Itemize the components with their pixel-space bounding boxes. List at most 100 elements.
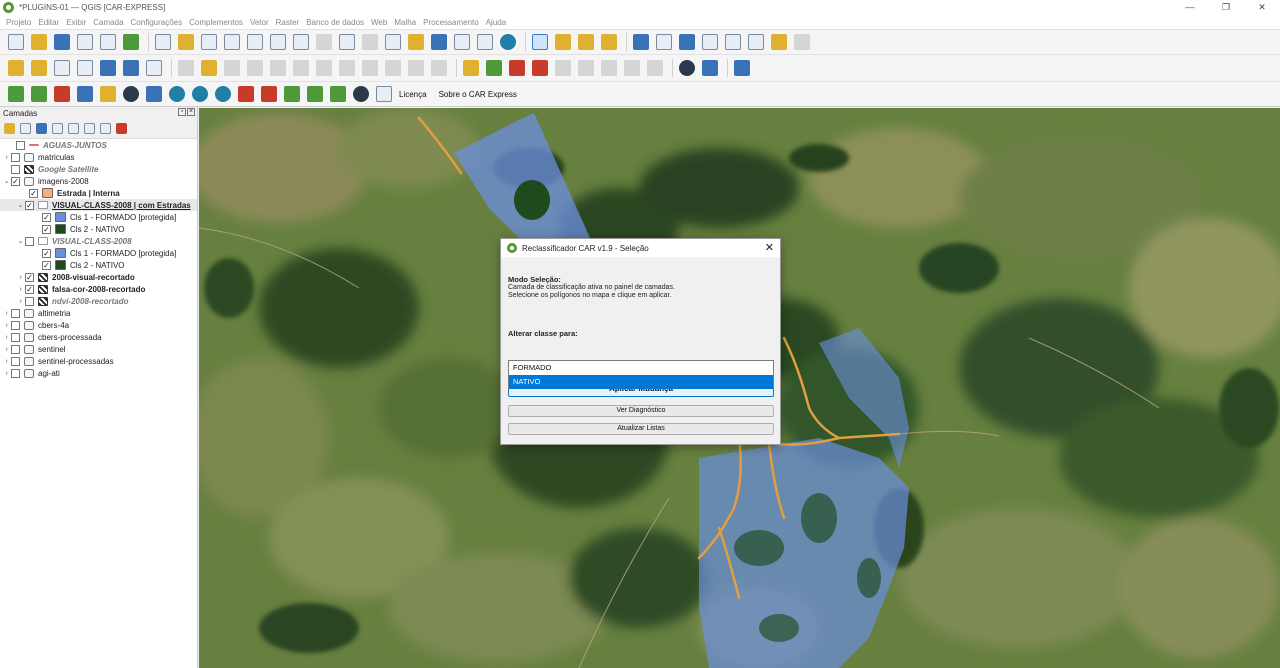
layer-row[interactable]: ⌄ ✓ imagens-2008 [0, 175, 197, 187]
car-target-icon[interactable] [123, 86, 139, 102]
layer-row[interactable]: ⌄ VISUAL-CLASS-2008 [0, 235, 197, 247]
new-map-view-icon[interactable] [385, 34, 401, 50]
layer-row[interactable]: › matriculas [0, 151, 197, 163]
label-move-icon[interactable] [555, 60, 571, 76]
car-nav-icon[interactable] [215, 86, 231, 102]
layer-checkbox[interactable]: ✓ [25, 284, 34, 294]
layer-checkbox[interactable] [11, 356, 20, 366]
label-change-icon[interactable] [601, 60, 617, 76]
layer-checkbox[interactable]: ✓ [29, 188, 38, 198]
select-by-value-icon[interactable] [555, 34, 571, 50]
layer-checkbox[interactable]: ✓ [42, 260, 51, 270]
float-panel-icon[interactable]: ▫ [178, 108, 186, 116]
open-styling-icon[interactable] [4, 123, 15, 134]
car-reclass-icon[interactable] [100, 86, 116, 102]
manage-themes-icon[interactable] [36, 123, 47, 134]
car-search-icon[interactable] [192, 86, 208, 102]
zoom-last-icon[interactable] [339, 34, 355, 50]
layer-checkbox[interactable] [11, 320, 20, 330]
gps-icon[interactable] [679, 60, 695, 76]
layer-checkbox[interactable] [11, 164, 20, 174]
option-nativo[interactable]: NATIVO [509, 375, 773, 389]
menu-camada[interactable]: Camada [93, 18, 123, 27]
layer-row[interactable]: › ✓ 2008-visual-recortado [0, 271, 197, 283]
layer-checkbox[interactable]: ✓ [11, 176, 20, 186]
option-formado[interactable]: FORMADO [509, 361, 773, 375]
open-field-calculator-icon[interactable] [725, 34, 741, 50]
layer-checkbox[interactable] [11, 308, 20, 318]
new-3d-map-icon[interactable] [408, 34, 424, 50]
zoom-native-icon[interactable] [316, 34, 332, 50]
layer-row[interactable]: ✓ Cls 2 - NATIVO [0, 223, 197, 235]
maximize-button[interactable]: ❐ [1208, 0, 1244, 15]
expand-arrow-icon[interactable]: › [2, 346, 11, 353]
statistics-sum-icon[interactable] [702, 34, 718, 50]
map-tips-icon[interactable] [771, 34, 787, 50]
zoom-next-icon[interactable] [362, 34, 378, 50]
car-heat-icon[interactable] [261, 86, 277, 102]
filter-legend-icon[interactable] [52, 123, 63, 134]
layer-checkbox[interactable]: ✓ [42, 248, 51, 258]
python-console-icon[interactable] [702, 60, 718, 76]
show-bookmarks-icon[interactable] [454, 34, 470, 50]
menu-processamento[interactable]: Processamento [423, 18, 479, 27]
expand-arrow-icon[interactable]: ⌄ [16, 237, 25, 245]
pan-to-selection-icon[interactable] [178, 34, 194, 50]
label-rotate-icon[interactable] [578, 60, 594, 76]
layer-row[interactable]: ⌄ ✓ VISUAL-CLASS-2008 | com Estradas [0, 199, 197, 211]
menu-vetor[interactable]: Vetor [250, 18, 269, 27]
layer-checkbox[interactable]: ✓ [25, 200, 34, 210]
add-wms-layer-icon[interactable] [100, 60, 116, 76]
about-link[interactable]: Sobre o CAR Express [439, 90, 517, 99]
save-project-icon[interactable] [54, 34, 70, 50]
zoom-out-icon[interactable] [224, 34, 240, 50]
remove-layer-icon[interactable] [116, 123, 127, 134]
select-location-icon[interactable] [601, 34, 617, 50]
layer-row[interactable]: › cbers-4a [0, 319, 197, 331]
data-source-manager-icon[interactable] [8, 60, 24, 76]
menu-raster[interactable]: Raster [276, 18, 300, 27]
menu-ajuda[interactable]: Ajuda [486, 18, 506, 27]
toggle-editing-icon[interactable] [201, 60, 217, 76]
car-map-icon[interactable] [146, 86, 162, 102]
add-group-icon[interactable] [20, 123, 31, 134]
close-window-button[interactable]: ✕ [1244, 0, 1280, 15]
temporal-controller-icon[interactable] [477, 34, 493, 50]
layer-row[interactable]: › sentinel-processadas [0, 355, 197, 367]
expand-arrow-icon[interactable]: ⌄ [2, 177, 11, 185]
layer-row[interactable]: › ✓ falsa-cor-2008-recortado [0, 283, 197, 295]
layer-row[interactable]: › agi-ati [0, 367, 197, 379]
label-abc-icon[interactable] [463, 60, 479, 76]
expand-arrow-icon[interactable]: › [16, 298, 25, 305]
layer-row[interactable]: › ndvi-2008-recortado [0, 295, 197, 307]
layer-checkbox[interactable] [16, 140, 25, 150]
layer-row[interactable]: › cbers-processada [0, 331, 197, 343]
car-settings-icon[interactable] [77, 86, 93, 102]
menu-projeto[interactable]: Projeto [6, 18, 31, 27]
nativo-polygon[interactable] [514, 180, 550, 220]
attribute-table-icon[interactable] [656, 34, 672, 50]
new-project-icon[interactable] [8, 34, 24, 50]
layer-row[interactable]: ✓ Cls 1 - FORMADO [protegida] [0, 247, 197, 259]
car-info-icon[interactable] [376, 86, 392, 102]
expand-arrow-icon[interactable]: › [2, 310, 11, 317]
zoom-full-icon[interactable] [247, 34, 263, 50]
pan-hand-icon[interactable] [155, 34, 171, 50]
expand-arrow-icon[interactable]: › [2, 358, 11, 365]
close-panel-icon[interactable]: × [187, 108, 195, 116]
expand-arrow-icon[interactable]: ⌄ [16, 201, 25, 209]
menu-web[interactable]: Web [371, 18, 387, 27]
expand-arrow-icon[interactable]: › [2, 154, 11, 161]
car-satellite-icon[interactable] [353, 86, 369, 102]
class-dropdown-list[interactable]: FORMADO NATIVO [508, 360, 774, 389]
layer-row[interactable]: ✓ Cls 1 - FORMADO [protegida] [0, 211, 197, 223]
refresh-icon[interactable] [500, 34, 516, 50]
measure-line-icon[interactable] [748, 34, 764, 50]
menu-configuracoes[interactable]: Configurações [131, 18, 183, 27]
menu-complementos[interactable]: Complementos [189, 18, 243, 27]
car-arrow-icon[interactable] [31, 86, 47, 102]
add-delimited-text-icon[interactable] [77, 60, 93, 76]
label-reset-icon[interactable] [647, 60, 663, 76]
layer-checkbox[interactable]: ✓ [25, 272, 34, 282]
zoom-to-layer-icon[interactable] [293, 34, 309, 50]
